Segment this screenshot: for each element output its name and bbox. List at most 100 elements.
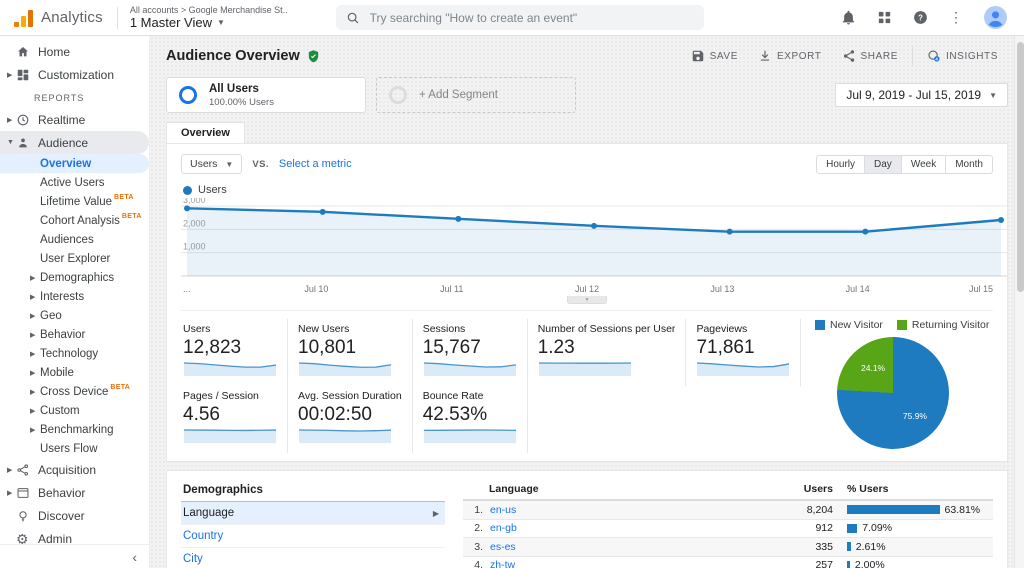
col-header-pct-users[interactable]: % Users <box>833 483 993 495</box>
metric-card-sessions[interactable]: Sessions 15,767 <box>421 319 528 386</box>
sidebar-subitem-custom[interactable]: ▶ Custom <box>0 401 149 420</box>
search-input[interactable] <box>369 10 694 25</box>
legend-swatch-icon <box>896 320 907 330</box>
row-rank: 2. <box>474 522 483 535</box>
demo-item-language[interactable]: Language ▶ <box>181 502 445 525</box>
metric-card-pages-session[interactable]: Pages / Session 4.56 <box>181 386 288 453</box>
language-link[interactable]: en-gb <box>490 522 517 534</box>
user-avatar[interactable] <box>983 5 1008 30</box>
users-legend-dot <box>183 185 192 195</box>
topbar-divider <box>116 6 118 29</box>
overview-panel: Users ▼ VS. Select a metric Hourly Day Wee… <box>166 143 1008 462</box>
beta-badge: BETA <box>110 384 131 391</box>
share-button[interactable]: SHARE <box>832 46 908 66</box>
metric-dropdown[interactable]: Users ▼ <box>181 154 243 174</box>
sidebar-subitem-label: Demographics <box>40 271 115 284</box>
add-segment-button[interactable]: + Add Segment <box>376 77 576 113</box>
sidebar-subitem-interests[interactable]: ▶ Interests <box>0 287 149 306</box>
admin-icon: ⚙ <box>16 530 29 545</box>
action-label: INSIGHTS <box>945 50 998 62</box>
sidebar-subitem-overview[interactable]: Overview <box>0 154 149 173</box>
select-metric-link[interactable]: Select a metric <box>279 158 352 170</box>
sidebar-subitem-label: Audiences <box>40 233 94 246</box>
sidebar-item-discover[interactable]: Discover <box>0 504 149 527</box>
sidebar-subitem-cohort-analysis[interactable]: Cohort Analysis BETA <box>0 211 149 230</box>
demographics-panel: Demographics Language▶CountryCity System… <box>166 470 1008 568</box>
expand-caret-icon: ▶ <box>7 466 13 474</box>
chart-annotations-toggle[interactable]: ▼ <box>567 296 607 304</box>
sidebar-item-behavior[interactable]: ▶ Behavior <box>0 481 149 504</box>
sidebar-item-acquisition[interactable]: ▶ Acquisition <box>0 458 149 481</box>
customization-icon <box>16 68 38 82</box>
segment-ring-icon <box>179 86 197 104</box>
metric-sparkline <box>298 429 392 443</box>
sidebar-item-realtime[interactable]: ▶ Realtime <box>0 108 149 131</box>
table-row-zh-tw: 4. zh-tw 257 2.00% <box>463 557 993 568</box>
date-range-picker[interactable]: Jul 9, 2019 - Jul 15, 2019 ▼ <box>835 83 1008 107</box>
granularity-week-button[interactable]: Week <box>901 154 947 174</box>
sidebar-subitem-geo[interactable]: ▶ Geo <box>0 306 149 325</box>
sidebar-subitem-user-explorer[interactable]: User Explorer <box>0 249 149 268</box>
sidebar-item-customization[interactable]: ▶ Customization <box>0 63 149 86</box>
insights-button[interactable]: 4 INSIGHTS <box>911 46 1008 66</box>
page-title: Audience Overview <box>166 48 300 64</box>
apps-grid-icon[interactable] <box>875 9 893 27</box>
help-icon[interactable]: ? <box>911 9 929 27</box>
pie-legend-new-visitor: New Visitor <box>815 319 883 331</box>
sidebar-item-home[interactable]: Home <box>0 40 149 63</box>
export-button[interactable]: EXPORT <box>748 46 832 66</box>
analytics-app: Analytics All accounts > Google Merchand… <box>0 0 1024 568</box>
visitor-type-pie-chart[interactable]: 75.9% 24.1% <box>837 337 949 449</box>
notifications-bell-icon[interactable] <box>839 9 857 27</box>
metric-card-new-users[interactable]: New Users 10,801 <box>296 319 413 386</box>
sidebar-subitem-demographics[interactable]: ▶ Demographics <box>0 268 149 287</box>
col-header-users[interactable]: Users <box>769 483 833 495</box>
chevron-down-icon: ▼ <box>216 18 225 27</box>
sidebar-item-label: Admin <box>38 531 73 545</box>
users-line-chart[interactable]: 1,0002,0003,000 ...Jul 10Jul 11Jul 12Jul… <box>181 195 1007 304</box>
granularity-month-button[interactable]: Month <box>946 154 993 174</box>
pct-bar <box>847 560 850 568</box>
granularity-day-button[interactable]: Day <box>865 154 902 174</box>
demo-item-city[interactable]: City <box>181 548 445 568</box>
sidebar-item-admin[interactable]: ⚙ Admin <box>0 527 149 545</box>
metric-label: New Users <box>298 323 350 335</box>
language-link[interactable]: en-us <box>490 504 516 516</box>
more-options-icon[interactable]: ⋮ <box>947 9 965 27</box>
sidebar-subitem-lifetime-value[interactable]: Lifetime Value BETA <box>0 192 149 211</box>
sidebar-subitem-benchmarking[interactable]: ▶ Benchmarking <box>0 420 149 439</box>
vertical-scrollbar[interactable] <box>1014 36 1024 568</box>
metric-card-users[interactable]: Users 12,823 <box>181 319 288 386</box>
sidebar-item-audience[interactable]: ▼ Audience <box>0 131 149 154</box>
scrollbar-thumb[interactable] <box>1016 42 1024 292</box>
sidebar-collapse-button[interactable]: ‹ <box>132 549 137 565</box>
expand-caret-icon: ▶ <box>30 274 36 282</box>
vs-label: VS. <box>252 158 269 170</box>
search-bar[interactable] <box>335 5 704 30</box>
language-link[interactable]: zh-tw <box>490 559 515 568</box>
analytics-logo[interactable]: Analytics <box>10 9 103 27</box>
account-breadcrumb: All accounts > Google Merchandise St.. <box>129 5 288 15</box>
sidebar-subitem-users-flow[interactable]: Users Flow <box>0 439 149 458</box>
account-switcher[interactable]: All accounts > Google Merchandise St.. 1… <box>130 5 288 30</box>
search-icon <box>347 12 359 23</box>
sidebar-subitem-audiences[interactable]: Audiences <box>0 230 149 249</box>
metric-card-avg-session-duration[interactable]: Avg. Session Duration 00:02:50 <box>296 386 413 453</box>
demo-item-country[interactable]: Country <box>181 525 445 548</box>
segment-all-users[interactable]: All Users 100.00% Users <box>166 77 366 113</box>
save-button[interactable]: SAVE <box>681 46 748 66</box>
language-link[interactable]: es-es <box>490 541 516 553</box>
sidebar-subitem-cross-device[interactable]: ▶ Cross Device BETA <box>0 382 149 401</box>
row-pct-value: 63.81% <box>944 503 981 516</box>
sidebar-subitem-active-users[interactable]: Active Users <box>0 173 149 192</box>
col-header-language[interactable]: Language <box>463 483 769 495</box>
pie-legend-label: Returning Visitor <box>911 319 990 331</box>
metric-card-bounce-rate[interactable]: Bounce Rate 42.53% <box>421 386 528 453</box>
tab-overview[interactable]: Overview <box>166 122 245 143</box>
metric-card-number-of-sessions-per-user[interactable]: Number of Sessions per User 1.23 <box>536 319 687 386</box>
behavior-icon <box>16 486 38 500</box>
granularity-hourly-button[interactable]: Hourly <box>816 154 866 174</box>
sidebar-subitem-technology[interactable]: ▶ Technology <box>0 344 149 363</box>
sidebar-subitem-mobile[interactable]: ▶ Mobile <box>0 363 149 382</box>
sidebar-subitem-behavior[interactable]: ▶ Behavior <box>0 325 149 344</box>
